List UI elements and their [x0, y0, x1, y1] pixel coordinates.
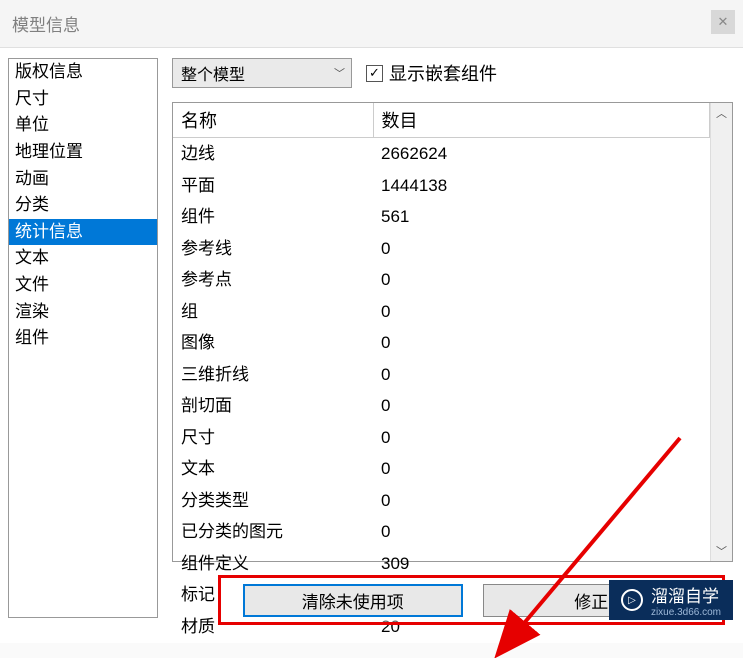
cell-name: 文本 [173, 453, 373, 485]
stats-table: 名称 数目 边线2662624平面1444138组件561参考线0参考点0组0图… [173, 103, 710, 642]
sidebar-item[interactable]: 尺寸 [9, 86, 157, 113]
cell-name: 组件 [173, 201, 373, 233]
table-row: 分类类型0 [173, 485, 710, 517]
cell-name: 剖切面 [173, 390, 373, 422]
close-icon: ✕ [718, 14, 729, 30]
table-row: 已分类的图元0 [173, 516, 710, 548]
cell-count: 0 [373, 453, 710, 485]
table-row: 组0 [173, 296, 710, 328]
cell-name: 已分类的图元 [173, 516, 373, 548]
content-panel: 整个模型 ﹀ ✓ 显示嵌套组件 名称 数目 边线2662624平面1444138… [158, 48, 743, 643]
table-row: 文本0 [173, 453, 710, 485]
col-header-count[interactable]: 数目 [373, 103, 710, 138]
scrollbar[interactable]: ︿ ﹀ [710, 103, 732, 561]
dropdown-value: 整个模型 [181, 61, 245, 85]
top-controls: 整个模型 ﹀ ✓ 显示嵌套组件 [172, 58, 733, 88]
play-icon: ▷ [621, 589, 643, 611]
watermark-text: 溜溜自学 [651, 582, 721, 607]
sidebar: 版权信息尺寸单位地理位置动画分类统计信息文本文件渲染组件 [8, 58, 158, 618]
cell-count: 2662624 [373, 138, 710, 170]
cell-name: 平面 [173, 170, 373, 202]
table-row: 剖切面0 [173, 390, 710, 422]
sidebar-item[interactable]: 组件 [9, 325, 157, 352]
table-row: 三维折线0 [173, 359, 710, 391]
main-area: 版权信息尺寸单位地理位置动画分类统计信息文本文件渲染组件 整个模型 ﹀ ✓ 显示… [0, 48, 743, 643]
table-row: 组件561 [173, 201, 710, 233]
checkbox-icon: ✓ [366, 65, 383, 82]
cell-count: 0 [373, 422, 710, 454]
cell-count: 561 [373, 201, 710, 233]
watermark-sub: zixue.3d66.com [651, 607, 721, 618]
cell-count: 0 [373, 359, 710, 391]
checkbox-label: 显示嵌套组件 [389, 60, 497, 86]
cell-count: 0 [373, 390, 710, 422]
table-row: 参考点0 [173, 264, 710, 296]
table-row: 平面1444138 [173, 170, 710, 202]
window-title: 模型信息 [12, 11, 80, 36]
table-row: 尺寸0 [173, 422, 710, 454]
scroll-up-icon[interactable]: ︿ [711, 103, 732, 123]
cell-name: 图像 [173, 327, 373, 359]
cell-count: 0 [373, 485, 710, 517]
col-header-name[interactable]: 名称 [173, 103, 373, 138]
watermark: ▷ 溜溜自学 zixue.3d66.com [609, 580, 733, 620]
titlebar: 模型信息 ✕ [0, 0, 743, 48]
cell-name: 三维折线 [173, 359, 373, 391]
cell-count: 0 [373, 516, 710, 548]
cell-name: 组 [173, 296, 373, 328]
sidebar-item[interactable]: 地理位置 [9, 139, 157, 166]
sidebar-item[interactable]: 文本 [9, 245, 157, 272]
cell-count: 0 [373, 264, 710, 296]
cell-name: 参考点 [173, 264, 373, 296]
table-row: 参考线0 [173, 233, 710, 265]
scroll-down-icon[interactable]: ﹀ [711, 541, 732, 561]
nested-checkbox-wrap[interactable]: ✓ 显示嵌套组件 [366, 60, 497, 86]
sidebar-item[interactable]: 单位 [9, 112, 157, 139]
sidebar-item[interactable]: 动画 [9, 166, 157, 193]
sidebar-item[interactable]: 文件 [9, 272, 157, 299]
chevron-down-icon: ﹀ [334, 65, 345, 81]
purge-button[interactable]: 清除未使用项 [243, 584, 463, 617]
stats-table-wrap: 名称 数目 边线2662624平面1444138组件561参考线0参考点0组0图… [172, 102, 733, 562]
cell-name: 分类类型 [173, 485, 373, 517]
cell-count: 1444138 [373, 170, 710, 202]
cell-count: 0 [373, 296, 710, 328]
scope-dropdown[interactable]: 整个模型 ﹀ [172, 58, 352, 88]
close-button[interactable]: ✕ [711, 10, 735, 34]
sidebar-item[interactable]: 统计信息 [9, 219, 157, 246]
cell-name: 边线 [173, 138, 373, 170]
table-row: 图像0 [173, 327, 710, 359]
sidebar-item[interactable]: 分类 [9, 192, 157, 219]
cell-name: 参考线 [173, 233, 373, 265]
table-row: 边线2662624 [173, 138, 710, 170]
cell-count: 0 [373, 327, 710, 359]
cell-name: 尺寸 [173, 422, 373, 454]
cell-count: 0 [373, 233, 710, 265]
sidebar-item[interactable]: 版权信息 [9, 59, 157, 86]
sidebar-item[interactable]: 渲染 [9, 299, 157, 326]
